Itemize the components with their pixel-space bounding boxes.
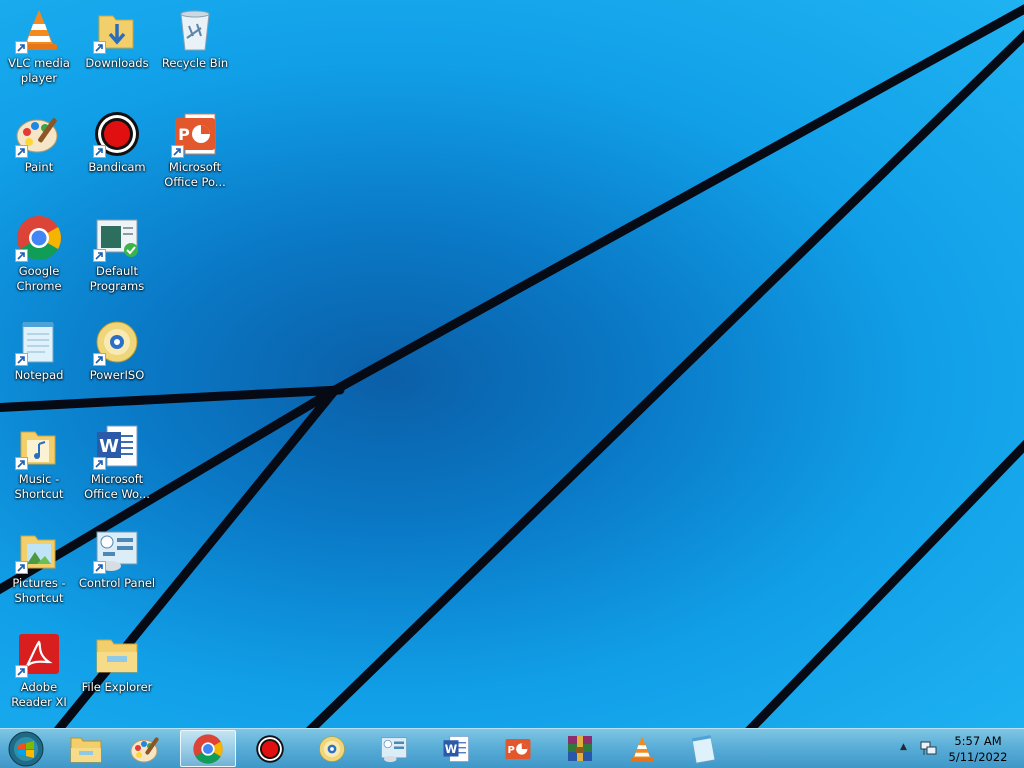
desktop-icon-vlc[interactable]: VLC media player — [0, 2, 78, 102]
desktop-icon-label: Microsoft Office Po... — [164, 160, 226, 189]
taskbar-paint[interactable] — [118, 730, 174, 767]
clock[interactable]: 5:57 AM 5/11/2022 — [948, 733, 1008, 765]
poweriso-icon — [319, 735, 345, 762]
desktop[interactable]: VLC media player Paint Google Chrome Not… — [0, 0, 1024, 728]
taskbar-powerpoint[interactable]: P — [490, 730, 546, 767]
control-panel-icon — [93, 526, 141, 574]
desktop-icon-word[interactable]: W Microsoft Office Wo... — [78, 418, 156, 518]
taskbar-notepad[interactable] — [676, 730, 732, 767]
chrome-icon — [15, 214, 63, 262]
word-icon: W — [93, 422, 141, 470]
desktop-icon-label: VLC media player — [8, 56, 70, 85]
pictures-folder-icon — [15, 526, 63, 574]
desktop-icon-label: PowerISO — [89, 368, 145, 382]
start-orb-icon — [8, 731, 44, 767]
taskbar-chrome[interactable] — [180, 730, 236, 767]
default-programs-icon — [93, 214, 141, 262]
desktop-icon-label: Control Panel — [78, 576, 156, 590]
desktop-icon-label: Music - Shortcut — [14, 472, 64, 501]
svg-text:W: W — [99, 436, 119, 457]
desktop-icon-label: Downloads — [85, 56, 149, 70]
control-panel-icon — [381, 736, 407, 762]
desktop-icon-label: Pictures - Shortcut — [12, 576, 66, 605]
downloads-folder-icon — [93, 6, 141, 54]
vlc-icon — [15, 6, 63, 54]
desktop-icon-notepad[interactable]: Notepad — [0, 314, 78, 414]
desktop-icon-recycle-bin[interactable]: Recycle Bin — [156, 2, 234, 102]
taskbar-control-panel[interactable] — [366, 730, 422, 767]
taskbar-vlc[interactable] — [614, 730, 670, 767]
clock-time: 5:57 AM — [954, 734, 1002, 748]
powerpoint-icon: P — [171, 110, 219, 158]
desktop-icon-file-explorer[interactable]: File Explorer — [78, 626, 156, 726]
svg-text:P: P — [507, 744, 514, 755]
desktop-icon-label: Microsoft Office Wo... — [84, 472, 150, 501]
desktop-icon-paint[interactable]: Paint — [0, 106, 78, 206]
taskbar-word[interactable]: W — [428, 730, 484, 767]
bandicam-icon — [256, 734, 284, 763]
poweriso-icon — [93, 318, 141, 366]
winrar-icon — [568, 735, 592, 761]
svg-text:W: W — [445, 742, 458, 755]
taskbar-poweriso[interactable] — [304, 730, 360, 767]
svg-text:P: P — [178, 125, 190, 144]
taskbar-winrar[interactable] — [552, 730, 608, 767]
desktop-icon-label: Notepad — [14, 368, 64, 382]
word-icon: W — [443, 735, 469, 762]
taskbar-file-explorer[interactable] — [58, 730, 114, 767]
desktop-icon-downloads[interactable]: Downloads — [78, 2, 156, 102]
file-explorer-icon — [93, 630, 141, 678]
powerpoint-icon: P — [505, 738, 531, 759]
desktop-icon-label: Paint — [24, 160, 54, 174]
start-button[interactable] — [4, 730, 48, 768]
taskbar: W P ▲ 5:57 AM 5/11/2022 — [0, 728, 1024, 768]
desktop-icon-adobe-reader[interactable]: Adobe Reader XI — [0, 626, 78, 726]
network-icon[interactable] — [920, 741, 938, 761]
notepad-icon — [691, 734, 716, 763]
file-explorer-icon — [70, 737, 102, 762]
desktop-icon-chrome[interactable]: Google Chrome — [0, 210, 78, 310]
desktop-icon-label: Google Chrome — [16, 264, 62, 293]
notepad-icon — [15, 318, 63, 366]
desktop-icon-label: File Explorer — [81, 680, 153, 694]
taskbar-bandicam[interactable] — [242, 730, 298, 767]
paint-icon — [130, 736, 159, 762]
adobe-reader-icon — [15, 630, 63, 678]
desktop-icon-label: Default Programs — [89, 264, 145, 293]
vlc-icon — [630, 736, 654, 761]
music-folder-icon — [15, 422, 63, 470]
clock-date: 5/11/2022 — [948, 750, 1008, 764]
paint-icon — [15, 110, 63, 158]
desktop-icon-music-shortcut[interactable]: Music - Shortcut — [0, 418, 78, 518]
desktop-icon-default-programs[interactable]: Default Programs — [78, 210, 156, 310]
desktop-icon-control-panel[interactable]: Control Panel — [78, 522, 156, 622]
desktop-icon-powerpoint[interactable]: P Microsoft Office Po... — [156, 106, 234, 206]
show-hidden-icons-button[interactable]: ▲ — [900, 742, 907, 752]
desktop-icon-poweriso[interactable]: PowerISO — [78, 314, 156, 414]
desktop-icon-label: Recycle Bin — [161, 56, 229, 70]
desktop-icon-label: Bandicam — [88, 160, 146, 174]
desktop-icon-bandicam[interactable]: Bandicam — [78, 106, 156, 206]
bandicam-icon — [93, 110, 141, 158]
recycle-bin-icon — [171, 6, 219, 54]
desktop-icon-label: Adobe Reader XI — [11, 680, 67, 709]
chrome-icon — [193, 733, 223, 764]
desktop-icon-pictures-shortcut[interactable]: Pictures - Shortcut — [0, 522, 78, 622]
